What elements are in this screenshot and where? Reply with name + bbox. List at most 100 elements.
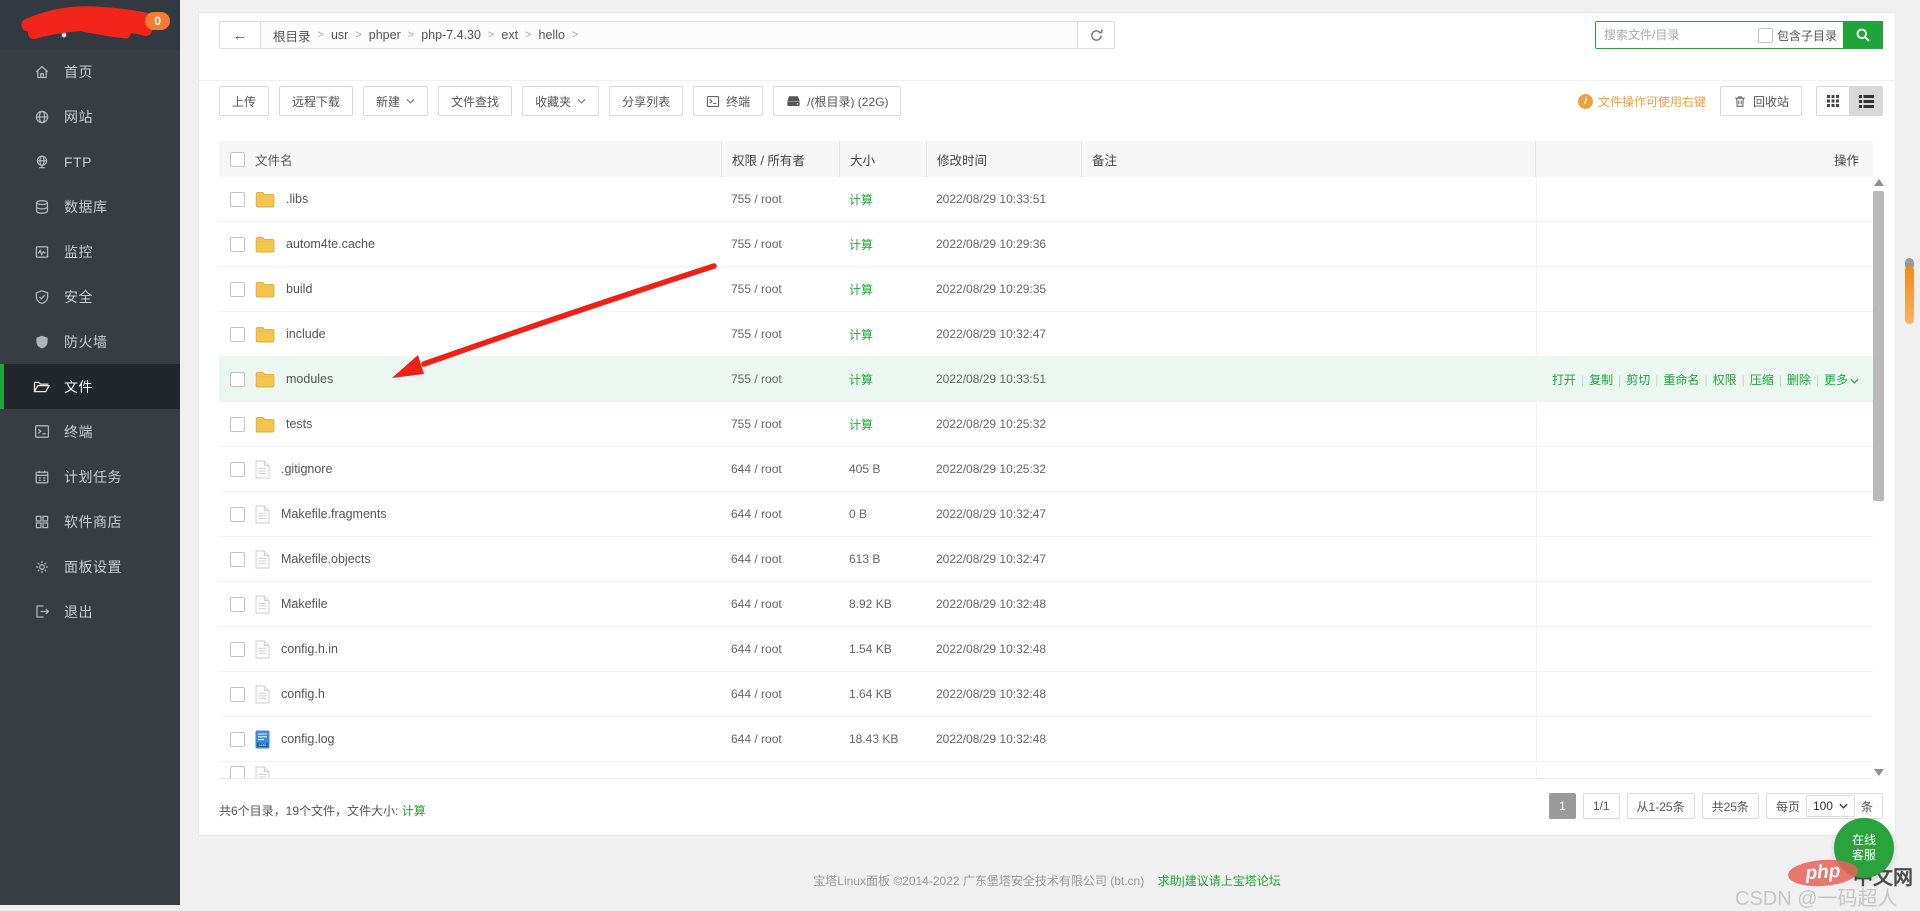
file-name[interactable]: modules — [286, 372, 333, 386]
breadcrumb-segment[interactable]: phper — [369, 28, 401, 42]
table-row[interactable]: config.h 644 / root 1.64 KB 2022/08/29 10:3… — [219, 672, 1873, 717]
sidebar-item-site[interactable]: 网站 — [0, 94, 180, 139]
row-checkbox[interactable] — [229, 326, 245, 342]
file-name[interactable]: Makefile — [281, 597, 328, 611]
row-checkbox[interactable] — [229, 281, 245, 297]
table-row[interactable]: Makefile.fragments 644 / root 0 B 2022/08/2… — [219, 492, 1873, 537]
row-checkbox[interactable] — [229, 371, 245, 387]
select-all-checkbox[interactable] — [229, 151, 245, 167]
page-total[interactable]: 共25条 — [1701, 793, 1759, 819]
disk-root-button[interactable]: /(根目录) (22G) — [773, 86, 902, 116]
remote-download-button[interactable]: 远程下载 — [279, 86, 354, 116]
sidebar-item-terminal[interactable]: 终端 — [0, 409, 180, 454]
include-subdir-option[interactable]: 包含子目录 — [1757, 27, 1837, 44]
table-row[interactable]: Makefile 644 / root 8.92 KB 2022/08/29 10:3… — [219, 582, 1873, 627]
row-checkbox[interactable] — [229, 416, 245, 432]
file-search-button[interactable]: 文件查找 — [438, 86, 513, 116]
row-checkbox[interactable] — [229, 506, 245, 522]
sidebar-item-files[interactable]: 文件 — [0, 364, 180, 409]
row-checkbox[interactable] — [229, 686, 245, 702]
calc-size-link[interactable]: 计算 — [849, 283, 873, 297]
forum-link[interactable]: 求助|建议请上宝塔论坛 — [1158, 874, 1281, 888]
row-checkbox[interactable] — [229, 731, 245, 747]
file-name[interactable]: build — [286, 282, 312, 296]
breadcrumb-segment[interactable]: php-7.4.30 — [421, 28, 481, 42]
breadcrumb-segment[interactable]: ext — [501, 28, 518, 42]
row-action-more[interactable]: 更多 — [1824, 373, 1859, 387]
breadcrumb-segment[interactable]: 根目录 — [273, 26, 311, 45]
calc-size-link[interactable]: 计算 — [849, 373, 873, 387]
page-indicator[interactable]: 1/1 — [1582, 793, 1620, 819]
calc-size-link[interactable]: 计算 — [849, 418, 873, 432]
back-button[interactable]: ← — [220, 22, 261, 48]
table-row[interactable]: include 755 / root 计算 2022/08/29 10:32:47 — [219, 312, 1873, 357]
per-page-select[interactable]: 100 — [1805, 795, 1855, 817]
upload-button[interactable]: 上传 — [219, 86, 270, 116]
sidebar-item-monitor[interactable]: 监控 — [0, 229, 180, 274]
calc-size-link[interactable]: 计算 — [402, 804, 426, 818]
file-name[interactable]: autom4te.cache — [286, 237, 375, 251]
row-action-link[interactable]: 打开 — [1552, 373, 1576, 387]
row-checkbox[interactable] — [229, 766, 245, 778]
search-input[interactable] — [1596, 22, 1758, 48]
row-action-link[interactable]: 权限 — [1713, 373, 1737, 387]
calc-size-link[interactable]: 计算 — [849, 193, 873, 207]
row-checkbox[interactable] — [229, 191, 245, 207]
file-name[interactable]: config.log — [281, 732, 335, 746]
page-range[interactable]: 从1-25条 — [1626, 793, 1695, 819]
row-checkbox[interactable] — [229, 551, 245, 567]
sidebar-item-firewall[interactable]: 防火墙 — [0, 319, 180, 364]
search-button[interactable] — [1843, 21, 1883, 49]
file-name[interactable]: tests — [286, 417, 312, 431]
table-row-partial[interactable] — [219, 762, 1873, 778]
sidebar-item-store[interactable]: 软件商店 — [0, 499, 180, 544]
grid-view-button[interactable] — [1817, 87, 1849, 115]
table-row[interactable]: LOG config.log 644 / root 18.43 KB 2022/08/2… — [219, 717, 1873, 762]
list-view-button[interactable] — [1849, 87, 1882, 115]
table-row[interactable]: config.h.in 644 / root 1.54 KB 2022/08/29 1… — [219, 627, 1873, 672]
sidebar-item-security[interactable]: 安全 — [0, 274, 180, 319]
file-name[interactable]: Makefile.fragments — [281, 507, 387, 521]
terminal-button[interactable]: 终端 — [693, 86, 764, 116]
breadcrumb-segment[interactable]: usr — [331, 28, 348, 42]
sidebar-item-logout[interactable]: 退出 — [0, 589, 180, 634]
table-row[interactable]: autom4te.cache 755 / root 计算 2022/08/29 10:… — [219, 222, 1873, 267]
file-name[interactable]: config.h.in — [281, 642, 338, 656]
sidebar-item-database[interactable]: 数据库 — [0, 184, 180, 229]
file-name[interactable]: .gitignore — [281, 462, 332, 476]
row-checkbox[interactable] — [229, 236, 245, 252]
table-row[interactable]: tests 755 / root 计算 2022/08/29 10:25:32 — [219, 402, 1873, 447]
new-button[interactable]: 新建 — [363, 86, 429, 116]
table-row[interactable]: build 755 / root 计算 2022/08/29 10:29:35 — [219, 267, 1873, 312]
file-name[interactable]: include — [286, 327, 326, 341]
scroll-up-arrow-icon[interactable] — [1874, 179, 1884, 186]
file-name[interactable]: config.h — [281, 687, 325, 701]
row-checkbox[interactable] — [229, 596, 245, 612]
recycle-bin-button[interactable]: 回收站 — [1719, 86, 1802, 116]
include-subdir-checkbox[interactable] — [1757, 27, 1773, 43]
row-checkbox[interactable] — [229, 461, 245, 477]
sidebar-item-ftp[interactable]: FTP — [0, 139, 180, 184]
table-row[interactable]: .gitignore 644 / root 405 B 2022/08/29 10:2… — [219, 447, 1873, 492]
table-row[interactable]: .libs 755 / root 计算 2022/08/29 10:33:51 — [219, 177, 1873, 222]
calc-size-link[interactable]: 计算 — [849, 328, 873, 342]
favorites-button[interactable]: 收藏夹 — [522, 86, 600, 116]
table-row[interactable]: Makefile.objects 644 / root 613 B 2022/08/2… — [219, 537, 1873, 582]
refresh-button[interactable] — [1077, 22, 1114, 48]
page-button-1[interactable]: 1 — [1549, 793, 1576, 819]
scroll-down-arrow-icon[interactable] — [1874, 769, 1884, 776]
row-checkbox[interactable] — [229, 641, 245, 657]
row-action-link[interactable]: 复制 — [1589, 373, 1613, 387]
file-name[interactable]: Makefile.objects — [281, 552, 371, 566]
share-list-button[interactable]: 分享列表 — [609, 86, 684, 116]
row-action-link[interactable]: 剪切 — [1626, 373, 1650, 387]
file-name[interactable]: .libs — [286, 192, 308, 206]
table-scrollbar-thumb[interactable] — [1873, 191, 1884, 501]
table-scrollbar[interactable] — [1873, 177, 1885, 778]
notification-badge[interactable]: 0 — [145, 12, 170, 30]
row-action-link[interactable]: 重命名 — [1663, 373, 1699, 387]
sidebar-item-home[interactable]: 首页 — [0, 49, 180, 94]
sidebar-item-cron[interactable]: 计划任务 — [0, 454, 180, 499]
table-row[interactable]: modules 755 / root 计算 2022/08/29 10:33:51 打开… — [219, 357, 1873, 402]
row-action-link[interactable]: 删除 — [1787, 373, 1811, 387]
